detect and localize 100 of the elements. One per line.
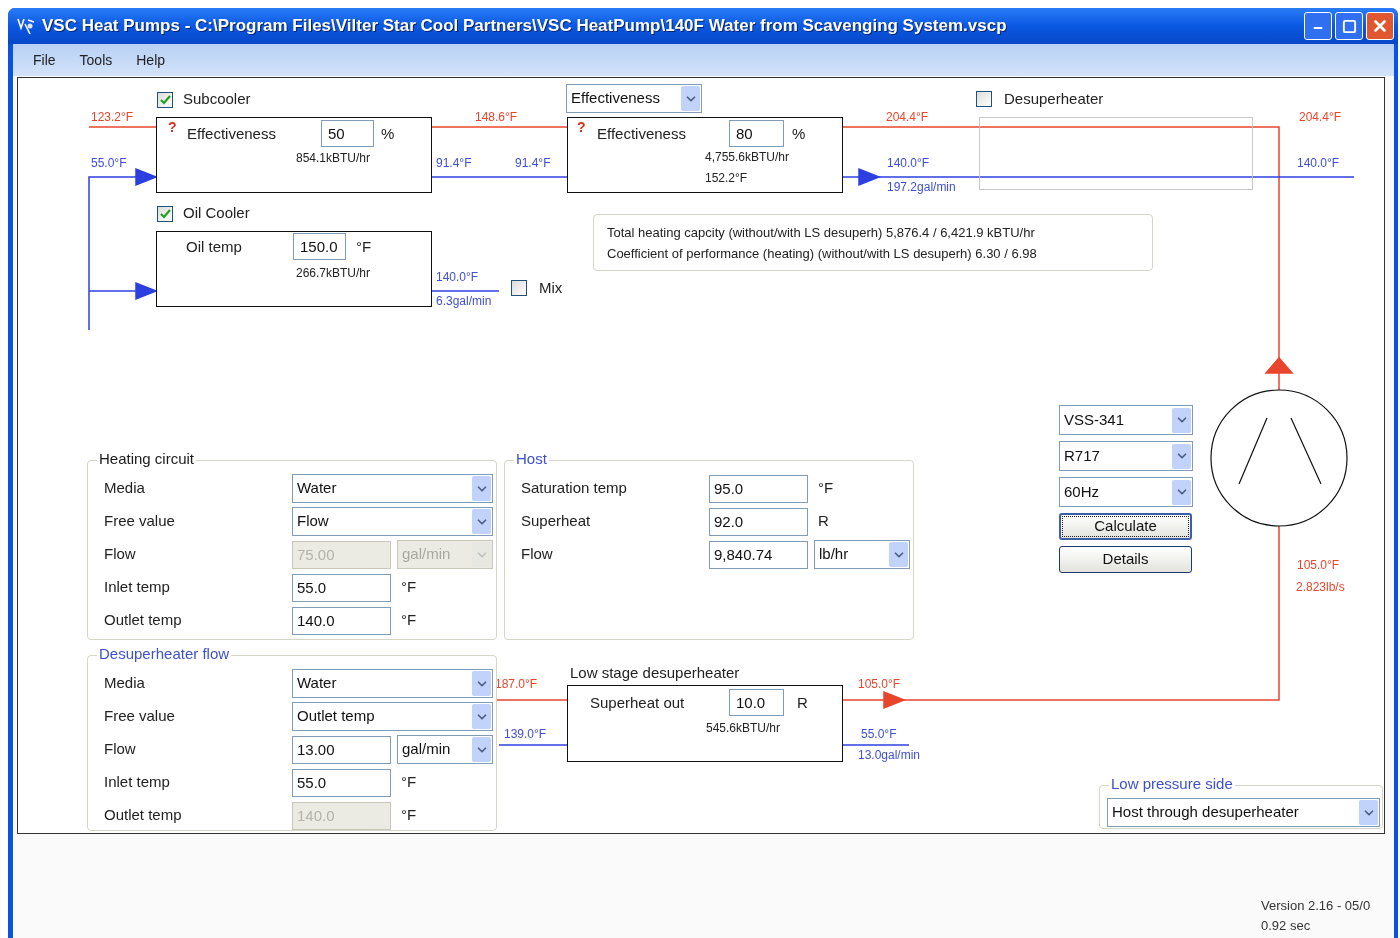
chevron-down-icon bbox=[472, 476, 491, 501]
help-mark: ? bbox=[168, 119, 177, 136]
flow-label: 2.823lb/s bbox=[1296, 581, 1345, 595]
chevron-down-icon bbox=[1172, 443, 1191, 469]
dropdown[interactable]: Host through desuperheater bbox=[1107, 798, 1380, 827]
flow-label: 13.0gal/min bbox=[858, 749, 921, 763]
temperature-label: 187.0°F bbox=[495, 678, 538, 692]
unit-label: % bbox=[381, 125, 395, 143]
chevron-down-icon bbox=[472, 737, 491, 762]
menu-item[interactable]: Help bbox=[136, 49, 166, 71]
maximize-button[interactable] bbox=[1335, 12, 1363, 40]
group-title: Low pressure side bbox=[1109, 775, 1235, 793]
duty-label: 266.7kBTU/hr bbox=[296, 267, 371, 281]
field-label: Superheat bbox=[521, 511, 592, 532]
dropdown[interactable]: VSS-341 bbox=[1059, 405, 1193, 435]
temperature-label: 140.0°F bbox=[1297, 157, 1340, 171]
summary-text: Coefficient of performance (heating) (without/with LS desuperh) 6.30 / 6.98 bbox=[607, 244, 1038, 263]
temperature-label: 55.0°F bbox=[861, 728, 897, 742]
temperature-label: 105.0°F bbox=[858, 678, 901, 692]
temperature-label: 148.6°F bbox=[475, 111, 518, 125]
input-field[interactable]: 50 bbox=[321, 120, 374, 147]
field-label: Media bbox=[104, 478, 146, 499]
unit-label: °F bbox=[401, 577, 417, 598]
input-field[interactable]: 9,840.74 bbox=[709, 540, 808, 569]
dropdown[interactable]: Flow bbox=[292, 507, 493, 536]
checkbox-label: Subcooler bbox=[183, 90, 251, 108]
field-label: Inlet temp bbox=[104, 577, 171, 598]
unit-label: R bbox=[818, 511, 829, 532]
temperature-label: 55.0°F bbox=[91, 157, 127, 171]
temperature-label: 91.4°F bbox=[436, 157, 472, 171]
dropdown[interactable]: 60Hz bbox=[1059, 477, 1193, 507]
checkbox-label: Oil Cooler bbox=[183, 204, 250, 222]
field-label: Flow bbox=[104, 544, 137, 565]
dropdown[interactable]: R717 bbox=[1059, 441, 1193, 471]
minimize-button[interactable] bbox=[1304, 12, 1332, 40]
field-label: Free value bbox=[104, 706, 176, 727]
input-field[interactable]: 55.0 bbox=[292, 768, 391, 797]
unit-label: °F bbox=[401, 805, 417, 826]
field-label: Effectiveness bbox=[187, 125, 276, 143]
unit-label: °F bbox=[818, 478, 834, 499]
field-label: Outlet temp bbox=[104, 805, 183, 826]
input-field[interactable]: 13.00 bbox=[292, 735, 391, 764]
chevron-down-icon bbox=[681, 86, 700, 111]
chevron-down-icon bbox=[1172, 407, 1191, 433]
unit-label: °F bbox=[356, 238, 372, 256]
temperature-label: 204.4°F bbox=[1299, 111, 1342, 125]
push-button[interactable]: Calculate bbox=[1059, 513, 1192, 540]
dropdown[interactable]: Outlet temp bbox=[292, 702, 493, 731]
field-label: Free value bbox=[104, 511, 176, 532]
section-title: Low stage desuperheater bbox=[570, 664, 740, 682]
temperature-label: 91.4°F bbox=[515, 157, 551, 171]
menu-item[interactable]: Tools bbox=[79, 49, 113, 71]
input-field[interactable]: 10.0 bbox=[729, 689, 784, 716]
menu-item[interactable]: File bbox=[33, 49, 56, 71]
chevron-down-icon bbox=[472, 671, 491, 696]
dropdown[interactable]: Water bbox=[292, 669, 493, 698]
dropdown[interactable]: gal/min bbox=[397, 735, 493, 764]
check-icon bbox=[159, 209, 171, 219]
field-label: Flow bbox=[104, 739, 137, 760]
input-field[interactable]: 80 bbox=[729, 120, 784, 147]
input-field[interactable]: 140.0 bbox=[292, 606, 391, 635]
temperature-label: 105.0°F bbox=[1297, 559, 1340, 573]
input-field[interactable]: 92.0 bbox=[709, 507, 808, 536]
temperature-label: 140.0°F bbox=[887, 157, 930, 171]
dropdown[interactable]: Effectiveness bbox=[566, 84, 702, 113]
field-label: Oil temp bbox=[186, 238, 242, 256]
push-button[interactable]: Details bbox=[1059, 546, 1192, 573]
checkbox[interactable] bbox=[511, 280, 527, 296]
checkbox[interactable] bbox=[157, 206, 173, 222]
chevron-down-icon bbox=[472, 704, 491, 729]
checkbox-label: Mix bbox=[539, 279, 563, 297]
checkbox[interactable] bbox=[976, 91, 992, 107]
field-label: Flow bbox=[521, 544, 554, 565]
status-text: 0.92 sec bbox=[1261, 917, 1312, 935]
chevron-down-icon bbox=[1359, 800, 1378, 825]
checkbox[interactable] bbox=[157, 92, 173, 108]
group-title: Desuperheater flow bbox=[97, 645, 232, 663]
duty-label: 545.6kBTU/hr bbox=[706, 722, 781, 736]
maximize-icon bbox=[1341, 18, 1357, 34]
flow-label: 6.3gal/min bbox=[436, 295, 492, 309]
input-field[interactable]: 95.0 bbox=[709, 474, 808, 503]
chevron-down-icon bbox=[472, 509, 491, 534]
close-button[interactable] bbox=[1366, 12, 1394, 40]
group-title: Heating circuit bbox=[97, 450, 197, 468]
temperature-label: 123.2°F bbox=[91, 111, 134, 125]
temperature-label: 152.2°F bbox=[705, 172, 748, 186]
input-field[interactable]: 150.0 bbox=[293, 233, 346, 260]
status-text: Version 2.16 - 05/0 bbox=[1261, 897, 1372, 915]
field-label: Effectiveness bbox=[597, 125, 686, 143]
duty-label: 4,755.6kBTU/hr bbox=[705, 151, 790, 165]
unit-label: R bbox=[797, 694, 808, 712]
dropdown[interactable]: lb/hr bbox=[814, 540, 910, 569]
unit-label: °F bbox=[401, 610, 417, 631]
app-logo-icon bbox=[16, 16, 36, 36]
field-label: Saturation temp bbox=[521, 478, 628, 499]
temperature-label: 140.0°F bbox=[436, 271, 479, 285]
field-label: Outlet temp bbox=[104, 610, 183, 631]
input-field[interactable]: 55.0 bbox=[292, 573, 391, 602]
dropdown[interactable]: Water bbox=[292, 474, 493, 503]
unit-label: °F bbox=[401, 772, 417, 793]
